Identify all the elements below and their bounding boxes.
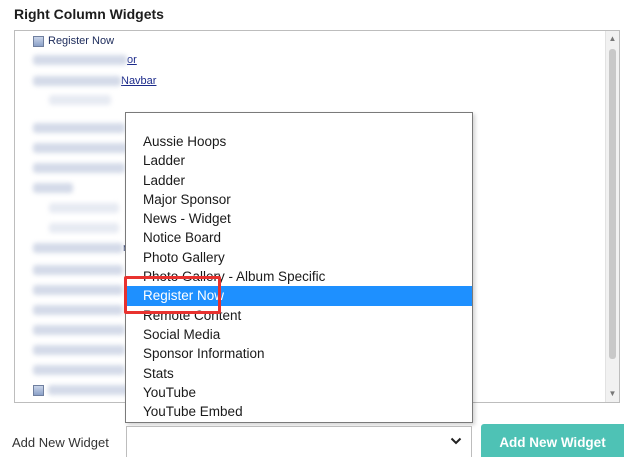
redacted-text [33,183,73,193]
redacted-text [48,385,128,395]
redacted-text [33,325,125,335]
dropdown-option[interactable]: Notice Board [126,228,472,247]
dropdown-option-selected[interactable]: Register Now [126,286,472,306]
list-item-label: Navbar [121,75,157,87]
redacted-text [33,76,121,86]
dropdown-option[interactable]: Major Sponsor [126,190,472,209]
list-item[interactable]: r [33,343,129,357]
list-item[interactable]: e [33,141,133,155]
redacted-text [33,305,123,315]
dropdown-option[interactable]: Remote Content [126,306,472,325]
scroll-up-arrow-icon[interactable]: ▲ [606,33,619,45]
scroll-thumb[interactable] [609,49,616,359]
add-new-widget-button[interactable]: Add New Widget [481,424,624,457]
redacted-text [49,223,119,233]
dropdown-option[interactable]: Photo Gallery - Album Specific [126,267,472,286]
dropdown-option[interactable]: Ladder [126,171,472,190]
widget-icon [33,384,44,396]
redacted-text [33,163,125,173]
dropdown-option[interactable]: Aussie Hoops [126,132,472,151]
list-item[interactable]: e [33,363,131,377]
scrollbar[interactable]: ▲ ▼ [605,31,619,402]
dropdown-option[interactable]: YouTube [126,383,472,402]
list-item[interactable] [33,121,125,135]
section-title: Right Column Widgets [14,6,164,22]
redacted-text [49,95,111,105]
list-item[interactable] [49,93,111,107]
list-item[interactable]: r [33,241,127,255]
scroll-down-arrow-icon[interactable]: ▼ [606,388,619,400]
redacted-text [33,243,123,253]
redacted-text [33,123,125,133]
dropdown-option[interactable]: YouTube Embed [126,402,472,421]
redacted-text [49,203,119,213]
list-item[interactable]: et [33,161,134,175]
chevron-down-icon [450,435,462,449]
redacted-text [33,285,123,295]
list-item[interactable] [33,283,123,297]
add-widget-label: Add New Widget [12,435,109,450]
dropdown-option[interactable]: Sponsor Information [126,344,472,363]
list-item[interactable] [49,221,119,235]
widget-icon [33,35,44,47]
redacted-text [33,345,125,355]
list-item[interactable] [33,263,123,277]
dropdown-option[interactable]: Ladder [126,151,472,170]
list-item[interactable]: e [33,323,131,337]
dropdown-option[interactable]: Stats [126,364,472,383]
redacted-text [33,265,123,275]
list-item[interactable]: Navbar [33,74,156,88]
dropdown-option[interactable]: News - Widget [126,209,472,228]
list-item[interactable]: Register Now [33,34,114,48]
list-item[interactable] [33,383,128,397]
page: Right Column Widgets Register Now or Nav… [0,0,624,457]
widget-dropdown-list[interactable]: Aussie Hoops Ladder Ladder Major Sponsor… [125,112,473,423]
redacted-text [33,365,125,375]
add-widget-select[interactable] [126,426,472,457]
redacted-text [33,143,127,153]
list-item[interactable] [33,303,123,317]
list-item[interactable] [33,181,73,195]
dropdown-option[interactable]: Photo Gallery [126,248,472,267]
list-item-label: or [127,54,137,66]
redacted-text [33,55,127,65]
list-item-label: Register Now [48,35,115,47]
dropdown-option[interactable]: Social Media [126,325,472,344]
list-item[interactable]: or [33,53,137,67]
list-item[interactable] [49,201,119,215]
